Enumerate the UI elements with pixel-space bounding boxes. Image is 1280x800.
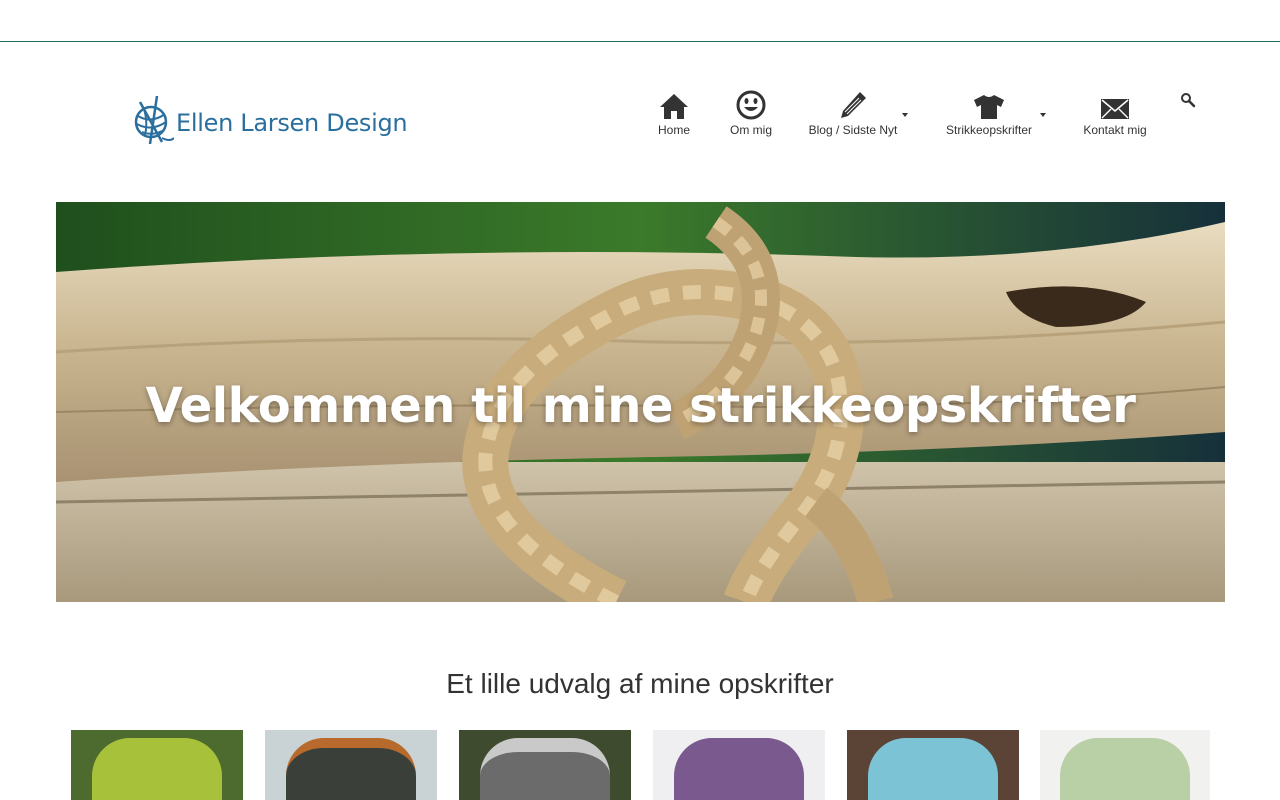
nav-label-blog: Blog / Sidste Nyt (808, 123, 898, 137)
nav-label-strikkeopskrifter: Strikkeopskrifter (945, 123, 1033, 137)
sweater-image (286, 738, 416, 800)
nav-label-home: Home (657, 123, 690, 137)
thumbnail-green-sweater[interactable] (71, 730, 243, 800)
thumbnail-grey-sweater[interactable] (459, 730, 631, 800)
tshirt-icon (974, 95, 1004, 119)
sweater-image (480, 738, 610, 800)
nav-item-strikkeopskrifter[interactable]: Strikkeopskrifter (942, 88, 1036, 137)
featured-thumbnails (0, 730, 1280, 800)
pencil-icon (841, 92, 866, 118)
search-icon (1181, 93, 1196, 108)
home-icon (660, 94, 688, 119)
envelope-icon (1101, 99, 1129, 119)
smiley-icon (736, 90, 766, 120)
hero-banner: Velkommen til mine strikkeopskrifter (56, 202, 1225, 602)
hero-title: Velkommen til mine strikkeopskrifter (145, 378, 1136, 435)
nav-label-kontakt: Kontakt mig (1083, 123, 1147, 137)
featured-section-title: Et lille udvalg af mine opskrifter (446, 668, 834, 699)
nav-item-blog[interactable]: Blog / Sidste Nyt (808, 88, 898, 137)
sweater-image (674, 738, 804, 800)
main-nav: Home Om mig Blog / Sidste Nyt Strikkeops… (0, 88, 1280, 148)
nav-item-kontakt[interactable]: Kontakt mig (1080, 88, 1150, 137)
thumbnail-mint-sweater[interactable] (1040, 730, 1210, 800)
nav-item-home[interactable]: Home (655, 88, 693, 137)
nav-item-om-mig[interactable]: Om mig (726, 88, 776, 137)
sweater-image (92, 738, 222, 800)
thumbnail-dark-yoke-sweater[interactable] (265, 730, 437, 800)
nav-label-om-mig: Om mig (730, 123, 772, 137)
sweater-image (1060, 738, 1190, 800)
sweater-image (868, 738, 998, 800)
strikkeopskrifter-dropdown-caret-icon[interactable] (1040, 113, 1046, 117)
blog-dropdown-caret-icon[interactable] (902, 113, 908, 117)
thumbnail-blue-top[interactable] (847, 730, 1019, 800)
search-button[interactable] (1180, 92, 1196, 108)
thumbnail-purple-top[interactable] (653, 730, 825, 800)
top-bar (0, 0, 1280, 42)
